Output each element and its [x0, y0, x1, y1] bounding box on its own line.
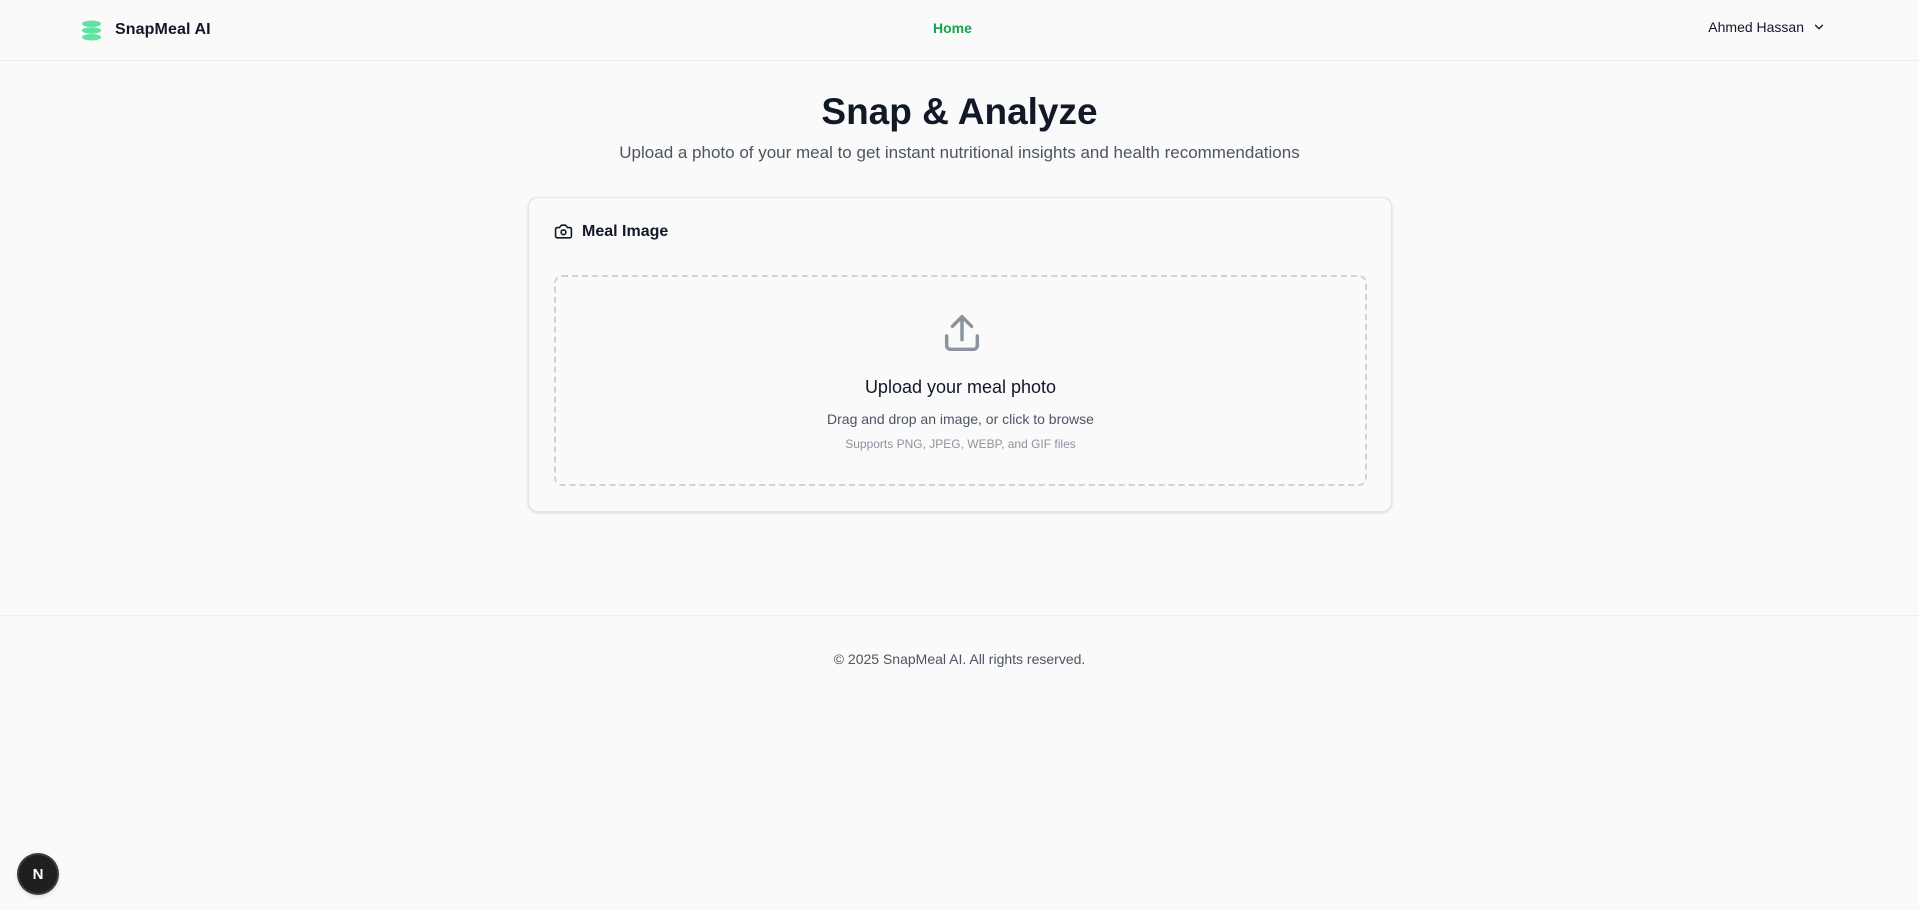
- page-subtitle: Upload a photo of your meal to get insta…: [619, 143, 1300, 162]
- top-navbar: SnapMeal AI Home Ahmed Hassan: [0, 0, 1919, 61]
- camera-icon: [554, 224, 573, 239]
- page-footer: © 2025 SnapMeal AI. All rights reserved.: [0, 615, 1919, 695]
- copyright-text: © 2025 SnapMeal AI. All rights reserved.: [833, 651, 1086, 667]
- dev-badge-label: N: [32, 865, 44, 883]
- dev-tools-badge[interactable]: N: [19, 855, 57, 893]
- user-name: Ahmed Hassan: [1708, 19, 1804, 35]
- meal-image-card: Meal Image Upload your meal photo Drag a…: [528, 197, 1392, 512]
- dropzone-instructions: Drag and drop an image, or click to brow…: [827, 411, 1094, 427]
- upload-icon: [944, 315, 980, 352]
- chevron-down-icon: [1814, 24, 1824, 30]
- supported-formats-note: Supports PNG, JPEG, WEBP, and GIF files: [845, 437, 1076, 451]
- image-dropzone[interactable]: Upload your meal photo Drag and drop an …: [554, 275, 1367, 486]
- stacked-layers-icon: [81, 20, 102, 40]
- brand-name: SnapMeal AI: [115, 21, 211, 38]
- user-menu-button[interactable]: Ahmed Hassan: [1708, 19, 1826, 35]
- brand-link[interactable]: SnapMeal AI: [80, 18, 211, 42]
- card-header: Meal Image: [554, 222, 668, 241]
- card-title: Meal Image: [582, 222, 669, 240]
- nav-home-link[interactable]: Home: [933, 20, 972, 36]
- dropzone-heading: Upload your meal photo: [864, 377, 1057, 397]
- page-title: Snap & Analyze: [821, 91, 1098, 132]
